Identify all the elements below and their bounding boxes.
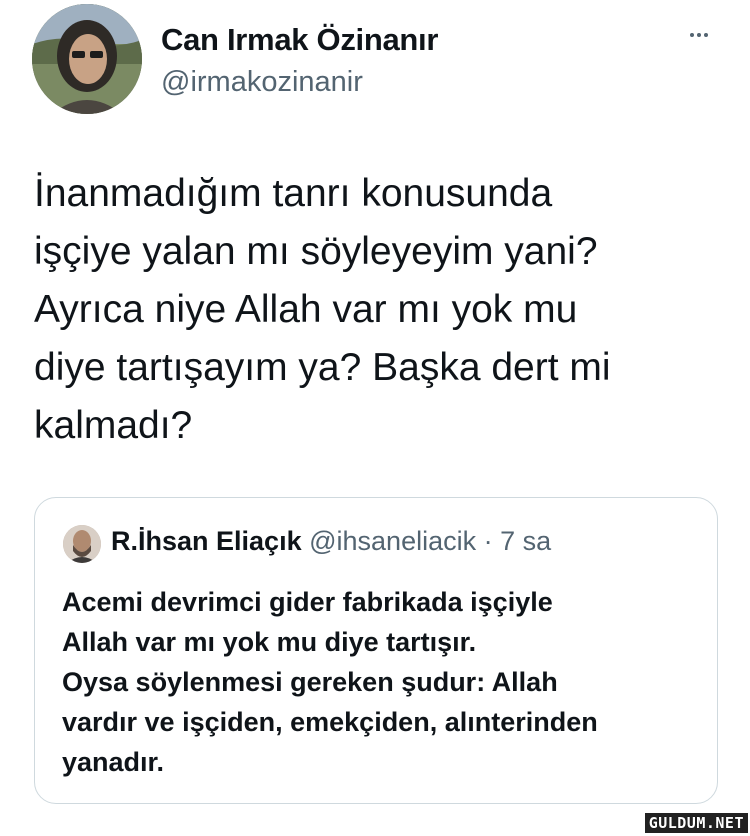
quoted-author-avatar-image — [63, 525, 101, 563]
author-handle[interactable]: @irmakozinanir — [161, 66, 363, 99]
quoted-tweet-card[interactable]: R.İhsan Eliaçık @ihsaneliacik · 7 sa Ace… — [34, 497, 718, 804]
author-name[interactable]: Can Irmak Özinanır — [161, 22, 438, 58]
quoted-author-name[interactable]: R.İhsan Eliaçık — [111, 526, 302, 556]
author-avatar[interactable] — [32, 4, 142, 114]
watermark-logo: GULDUM.NET — [644, 813, 748, 833]
author-avatar-image — [32, 4, 142, 114]
more-horizontal-icon[interactable] — [681, 20, 717, 50]
quoted-tweet-time[interactable]: 7 sa — [500, 526, 551, 556]
quoted-author-handle[interactable]: @ihsaneliacik — [309, 526, 476, 556]
separator-dot: · — [483, 526, 493, 556]
quoted-tweet-header: R.İhsan Eliaçık @ihsaneliacik · 7 sa — [111, 526, 551, 557]
quoted-author-avatar[interactable] — [63, 525, 101, 563]
quoted-tweet-text: Acemi devrimci gider fabrikada işçiyle A… — [62, 587, 598, 777]
tweet-text: İnanmadığım tanrı konusunda işçiye yalan… — [34, 172, 611, 447]
